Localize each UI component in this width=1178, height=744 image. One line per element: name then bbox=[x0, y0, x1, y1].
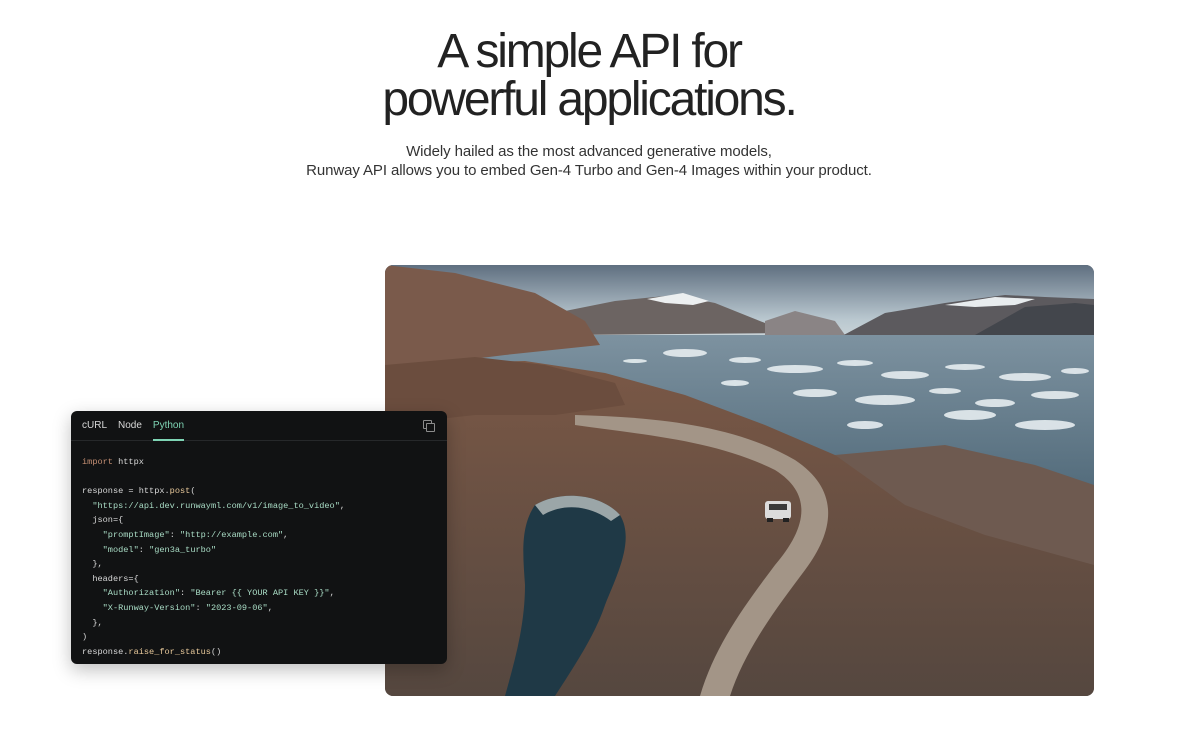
code-token: ) bbox=[82, 632, 88, 643]
code-token: "Bearer {{ YOUR API KEY }}" bbox=[190, 588, 330, 599]
code-token: : bbox=[180, 588, 191, 599]
code-line: import httpx bbox=[82, 455, 436, 470]
code-token: "model" bbox=[102, 544, 139, 555]
page-title: A simple API for powerful applications. bbox=[0, 28, 1178, 124]
code-token: }, bbox=[82, 617, 103, 628]
code-token: , bbox=[329, 588, 335, 599]
code-line: "model": "gen3a_turbo" bbox=[82, 543, 436, 558]
page-title-line-2: powerful applications. bbox=[382, 73, 797, 126]
copy-icon[interactable] bbox=[423, 420, 435, 432]
code-line: response.raise_for_status() bbox=[82, 645, 436, 660]
code-token: "https://api.dev.runwayml.com/v1/image_t… bbox=[92, 500, 340, 511]
hero-video bbox=[385, 265, 1094, 696]
code-token: json={ bbox=[82, 515, 124, 526]
code-token: "promptImage" bbox=[102, 529, 170, 540]
code-token: "Authorization" bbox=[102, 588, 180, 599]
code-token: "X-Runway-Version" bbox=[102, 602, 196, 613]
code-line: response = httpx.post( bbox=[82, 484, 436, 499]
code-token: response. bbox=[82, 646, 129, 657]
page-subtitle: Widely hailed as the most advanced gener… bbox=[0, 142, 1178, 180]
code-token: ( bbox=[190, 486, 196, 497]
tab-node[interactable]: Node bbox=[118, 411, 142, 440]
tab-curl[interactable]: cURL bbox=[82, 411, 107, 440]
page-subtitle-line-1: Widely hailed as the most advanced gener… bbox=[406, 143, 772, 160]
hero-section: A simple API for powerful applications. … bbox=[0, 28, 1178, 180]
code-token: , bbox=[267, 602, 273, 613]
code-line: headers={ bbox=[82, 572, 436, 587]
code-line: }, bbox=[82, 616, 436, 631]
code-token: , bbox=[339, 500, 346, 511]
page-subtitle-line-2: Runway API allows you to embed Gen-4 Tur… bbox=[306, 162, 872, 179]
code-token: , bbox=[283, 529, 289, 540]
page-title-line-1: A simple API for bbox=[437, 25, 743, 78]
vehicle bbox=[765, 501, 791, 522]
code-token: httpx bbox=[112, 457, 144, 467]
code-line: "X-Runway-Version": "2023-09-06", bbox=[82, 601, 436, 616]
landscape-image bbox=[385, 265, 1094, 696]
tab-python[interactable]: Python bbox=[152, 411, 185, 441]
code-token: import bbox=[82, 457, 113, 467]
code-line: }, bbox=[82, 557, 436, 572]
code-line: "https://api.dev.runwayml.com/v1/image_t… bbox=[82, 499, 436, 514]
code-line: json={ bbox=[82, 513, 436, 528]
code-token: () bbox=[210, 646, 222, 657]
code-line: "Authorization": "Bearer {{ YOUR API KEY… bbox=[82, 586, 436, 601]
code-line: "promptImage": "http://example.com", bbox=[82, 528, 436, 543]
code-token: post bbox=[169, 486, 191, 497]
code-tabs: cURL Node Python bbox=[71, 411, 447, 441]
code-sample-card: cURL Node Python import httpx response = ht… bbox=[71, 411, 447, 664]
code-token: "2023-09-06" bbox=[205, 602, 268, 613]
code-token: headers={ bbox=[82, 573, 139, 584]
code-token: raise_for_status bbox=[128, 646, 211, 657]
code-block: import httpx response = httpx.post( "http… bbox=[71, 441, 447, 659]
code-token: "http://example.com" bbox=[180, 529, 284, 540]
code-token: response = httpx. bbox=[82, 486, 170, 497]
code-token: "gen3a_turbo" bbox=[149, 544, 217, 555]
code-token: }, bbox=[82, 559, 103, 570]
code-line: ) bbox=[82, 630, 436, 645]
code-token: : bbox=[169, 529, 181, 540]
code-token: : bbox=[195, 602, 206, 613]
code-token: : bbox=[138, 544, 150, 555]
